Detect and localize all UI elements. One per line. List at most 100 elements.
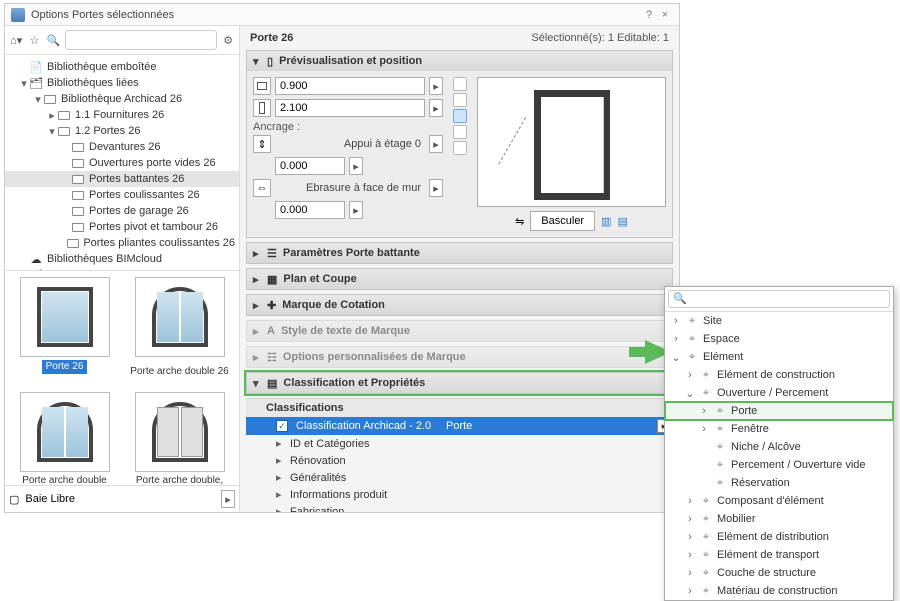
thumbnail-item[interactable]: Porte arche double, tierce vitrée, impos… (126, 392, 233, 485)
popup-item[interactable]: ›⌖Composant d'élément (665, 492, 893, 510)
property-group[interactable]: ▸Informations produit (246, 486, 673, 503)
sill-link-button[interactable]: ▸ (349, 157, 363, 175)
mirror-v-icon[interactable]: ▤ (618, 215, 628, 228)
tree-node-bimcloud[interactable]: ☁Bibliothèques BIMcloud (5, 251, 239, 267)
section-preview: ▾▯Prévisualisation et position 0.900 ▸ 2… (246, 50, 673, 238)
flip-button[interactable]: Basculer (530, 211, 595, 231)
view-axo-icon[interactable] (453, 77, 467, 91)
class-icon: ⌖ (699, 531, 713, 544)
class-icon: ⌖ (713, 459, 727, 472)
library-tree[interactable]: 📄Bibliothèque emboîtée ▾🗂Bibliothèques l… (5, 55, 239, 270)
tree-node-fournitures[interactable]: ▸1.1 Fournitures 26 (5, 107, 239, 123)
popup-search-input[interactable] (668, 290, 890, 308)
tree-node-portes[interactable]: ▾1.2 Portes 26 (5, 123, 239, 139)
popup-item-label: Matériau de construction (717, 585, 837, 597)
classification-value: Porte (446, 420, 472, 432)
thumbnail-item[interactable]: Porte arche double 26 (126, 277, 233, 384)
popup-item[interactable]: ⌄⌖Ouverture / Percement (665, 384, 893, 402)
popup-item-label: Espace (703, 333, 740, 345)
tree-leaf[interactable]: Devantures 26 (5, 139, 239, 155)
thumbnail-item[interactable]: Porte arche double avec imposte 26 (11, 392, 118, 485)
reveal-input[interactable]: 0.000 (275, 201, 345, 219)
tree-leaf[interactable]: Ouvertures porte vides 26 (5, 155, 239, 171)
gear-icon[interactable]: ⚙ (221, 30, 235, 50)
popup-item[interactable]: ›⌖Elément de transport (665, 546, 893, 564)
tree-node-archicad26[interactable]: ▾Bibliothèque Archicad 26 (5, 91, 239, 107)
tree-leaf[interactable]: Portes pivot et tambour 26 (5, 219, 239, 235)
width-chain-button[interactable]: ▸ (429, 77, 443, 95)
preview-viewport[interactable] (477, 77, 666, 207)
tree-leaf[interactable]: Portes coulissantes 26 (5, 187, 239, 203)
opening-icon: ▢ (9, 493, 19, 506)
popup-item[interactable]: ›⌖Fenêtre (665, 420, 893, 438)
tree-leaf[interactable]: Portes de garage 26 (5, 203, 239, 219)
settings-panel: Porte 26 Sélectionné(s): 1 Editable: 1 ▾… (240, 26, 679, 512)
class-icon: ⌖ (713, 423, 727, 436)
class-icon: ⌖ (699, 585, 713, 598)
door-3d-icon (534, 90, 610, 200)
view-3d-icon[interactable] (453, 109, 467, 123)
selection-count: Sélectionné(s): 1 Editable: 1 (531, 32, 669, 44)
opening-menu-button[interactable]: ▸ (221, 490, 235, 508)
section-header[interactable]: ▸☷Options personnalisées de Marque (247, 347, 672, 367)
popup-item[interactable]: ›⌖Matériau de construction (665, 582, 893, 600)
section-header[interactable]: ▾▯Prévisualisation et position (247, 51, 672, 71)
property-group[interactable]: ▸Généralités (246, 469, 673, 486)
favorite-button[interactable]: ☆ (27, 30, 41, 50)
section-header[interactable]: ▸☰Paramètres Porte battante (247, 243, 672, 263)
flip-icon[interactable]: ⇋ (515, 215, 524, 228)
popup-item[interactable]: ›⌖Porte (665, 402, 893, 420)
section-header[interactable]: ▾▤Classification et Propriétés (247, 373, 672, 393)
reveal-link-button[interactable]: ▸ (349, 201, 363, 219)
popup-item[interactable]: ⌖Niche / Alcôve (665, 438, 893, 456)
view-elev-icon[interactable] (453, 141, 467, 155)
width-input[interactable]: 0.900 (275, 77, 425, 95)
property-group[interactable]: ▸Rénovation (246, 452, 673, 469)
checkbox-icon[interactable]: ✓ (276, 420, 288, 432)
height-input[interactable]: 2.100 (275, 99, 425, 117)
chevron-icon: › (671, 315, 681, 327)
marker-icon: ✚ (267, 299, 276, 312)
class-icon: ⌖ (685, 333, 699, 346)
popup-item[interactable]: ›⌖Couche de structure (665, 564, 893, 582)
popup-item[interactable]: ⌖Percement / Ouverture vide (665, 456, 893, 474)
view-section-icon[interactable] (453, 125, 467, 139)
sill-input[interactable]: 0.000 (275, 157, 345, 175)
classification-row[interactable]: ✓ Classification Archicad - 2.0 Porte ▸ (246, 417, 673, 435)
mirror-h-icon[interactable]: ▥ (601, 215, 611, 228)
tree-node-embedded[interactable]: 📄Bibliothèque emboîtée (5, 59, 239, 75)
section-header[interactable]: ▸AStyle de texte de Marque (247, 321, 672, 341)
popup-item[interactable]: ›⌖Espace (665, 330, 893, 348)
tree-node-linked[interactable]: ▾🗂Bibliothèques liées (5, 75, 239, 91)
chevron-icon: ⌄ (671, 351, 681, 364)
help-button[interactable]: ? (641, 9, 657, 21)
section-header[interactable]: ▸▦Plan et Coupe (247, 269, 672, 289)
popup-item[interactable]: ›⌖Elément de construction (665, 366, 893, 384)
tree-leaf-selected[interactable]: Portes battantes 26 (5, 171, 239, 187)
popup-item[interactable]: ⌄⌖Elément (665, 348, 893, 366)
close-button[interactable]: × (657, 9, 673, 21)
property-group[interactable]: ▸ID et Catégories (246, 435, 673, 452)
reveal-menu-button[interactable]: ▸ (429, 179, 443, 197)
popup-item-label: Porte (731, 405, 757, 417)
class-icon: ⌖ (713, 405, 727, 418)
property-group[interactable]: ▸Fabrication (246, 503, 673, 512)
class-icon: ⌖ (699, 567, 713, 580)
story-menu-button[interactable]: ▸ (429, 135, 443, 153)
section-header[interactable]: ▸✚Marque de Cotation (247, 295, 672, 315)
popup-item-label: Elément (703, 351, 743, 363)
popup-item[interactable]: ⌖Réservation (665, 474, 893, 492)
view-plan-icon[interactable] (453, 93, 467, 107)
tree-leaf[interactable]: Portes pliantes coulissantes 26 (5, 235, 239, 251)
popup-item[interactable]: ›⌖Elément de distribution (665, 528, 893, 546)
reveal-icon: ⇔ (253, 179, 271, 197)
height-chain-button[interactable]: ▸ (429, 99, 443, 117)
tree-mode-button[interactable]: ⌂▾ (9, 30, 23, 50)
thumbnail-item[interactable]: Porte 26 (11, 277, 118, 384)
section-marker: ▸✚Marque de Cotation (246, 294, 673, 316)
settings-header: Porte 26 Sélectionné(s): 1 Editable: 1 (240, 26, 679, 50)
library-toolbar: ⌂▾ ☆ 🔍 ⚙ (5, 26, 239, 55)
popup-item[interactable]: ›⌖Site (665, 312, 893, 330)
search-input[interactable] (65, 30, 217, 50)
popup-item[interactable]: ›⌖Mobilier (665, 510, 893, 528)
